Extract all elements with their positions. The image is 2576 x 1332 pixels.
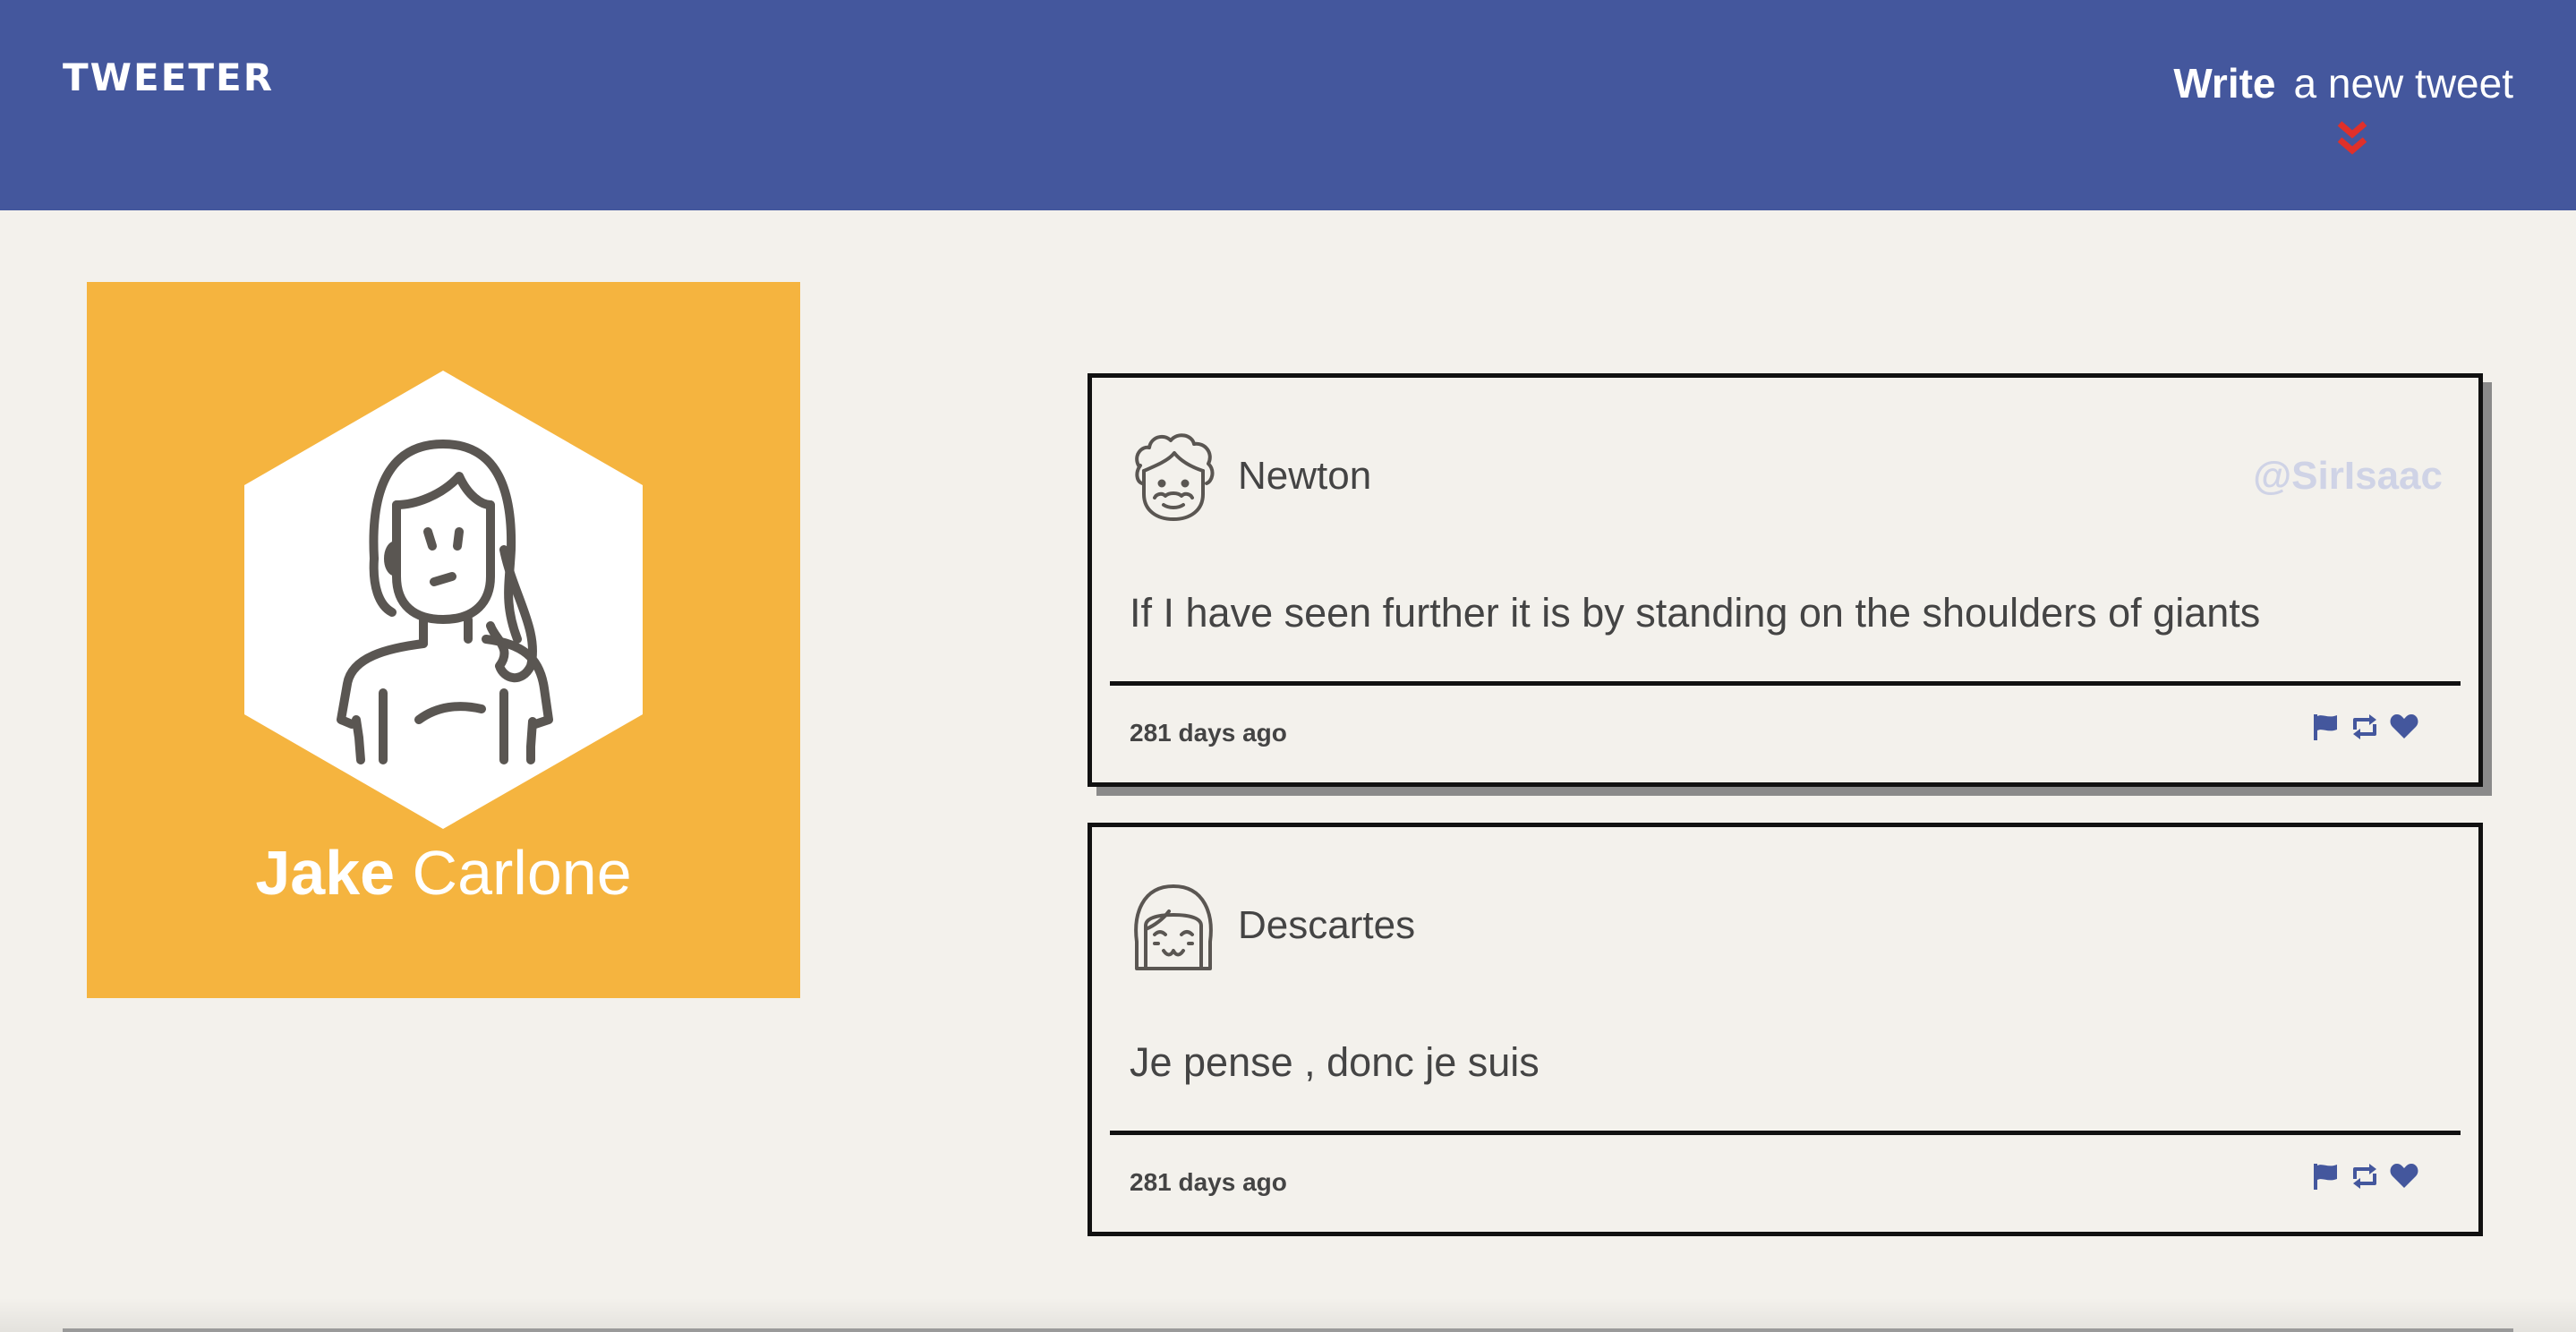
compose-label: Write a new tweet <box>2173 63 2513 104</box>
tweet-divider <box>1110 681 2461 686</box>
retweet-icon[interactable] <box>2350 1161 2380 1191</box>
tweet-text: If I have seen further it is by standing… <box>1130 590 2261 636</box>
profile-last-name: Carlone <box>412 838 632 908</box>
retweet-icon[interactable] <box>2350 712 2380 742</box>
tweet-timestamp: 281 days ago <box>1130 1168 1287 1196</box>
flag-icon[interactable] <box>2310 1161 2341 1191</box>
logo[interactable]: TWEETER <box>63 59 274 97</box>
curly-hair-avatar-icon <box>1135 433 1215 521</box>
compose-label-light: a new tweet <box>2293 60 2513 107</box>
bob-hair-avatar-icon <box>1134 884 1213 970</box>
tweet-card: Newton @SirIsaac If I have seen further … <box>1088 373 2483 787</box>
compose-label-bold: Write <box>2173 60 2276 107</box>
heart-icon[interactable] <box>2389 1161 2419 1191</box>
heart-icon[interactable] <box>2389 712 2419 742</box>
page-bottom-shadow <box>0 1298 2576 1332</box>
compose-tweet-button[interactable]: Write a new tweet <box>2173 63 2513 155</box>
tweet-author-handle[interactable]: @SirIsaac <box>2253 457 2443 496</box>
tweet-author-name[interactable]: Descartes <box>1238 906 1415 945</box>
page-bottom-edge <box>63 1328 2513 1332</box>
tweet-actions <box>2310 712 2419 742</box>
double-chevron-down-icon[interactable] <box>2334 118 2370 158</box>
tweet-card: Descartes Je pense , donc je suis 281 da… <box>1088 823 2483 1236</box>
tweet-author-name[interactable]: Newton <box>1238 457 1371 496</box>
tweet-divider <box>1110 1131 2461 1135</box>
tweet-timestamp: 281 days ago <box>1130 719 1287 747</box>
profile-name: Jake Carlone <box>87 839 800 908</box>
tweet-actions <box>2310 1161 2419 1191</box>
tweet-text: Je pense , donc je suis <box>1130 1039 1540 1085</box>
flag-icon[interactable] <box>2310 712 2341 742</box>
profile-first-name: Jake <box>255 838 396 908</box>
user-avatar-icon <box>244 371 643 829</box>
profile-card: Jake Carlone <box>87 282 800 998</box>
top-nav-bar: TWEETER Write a new tweet <box>0 0 2576 210</box>
